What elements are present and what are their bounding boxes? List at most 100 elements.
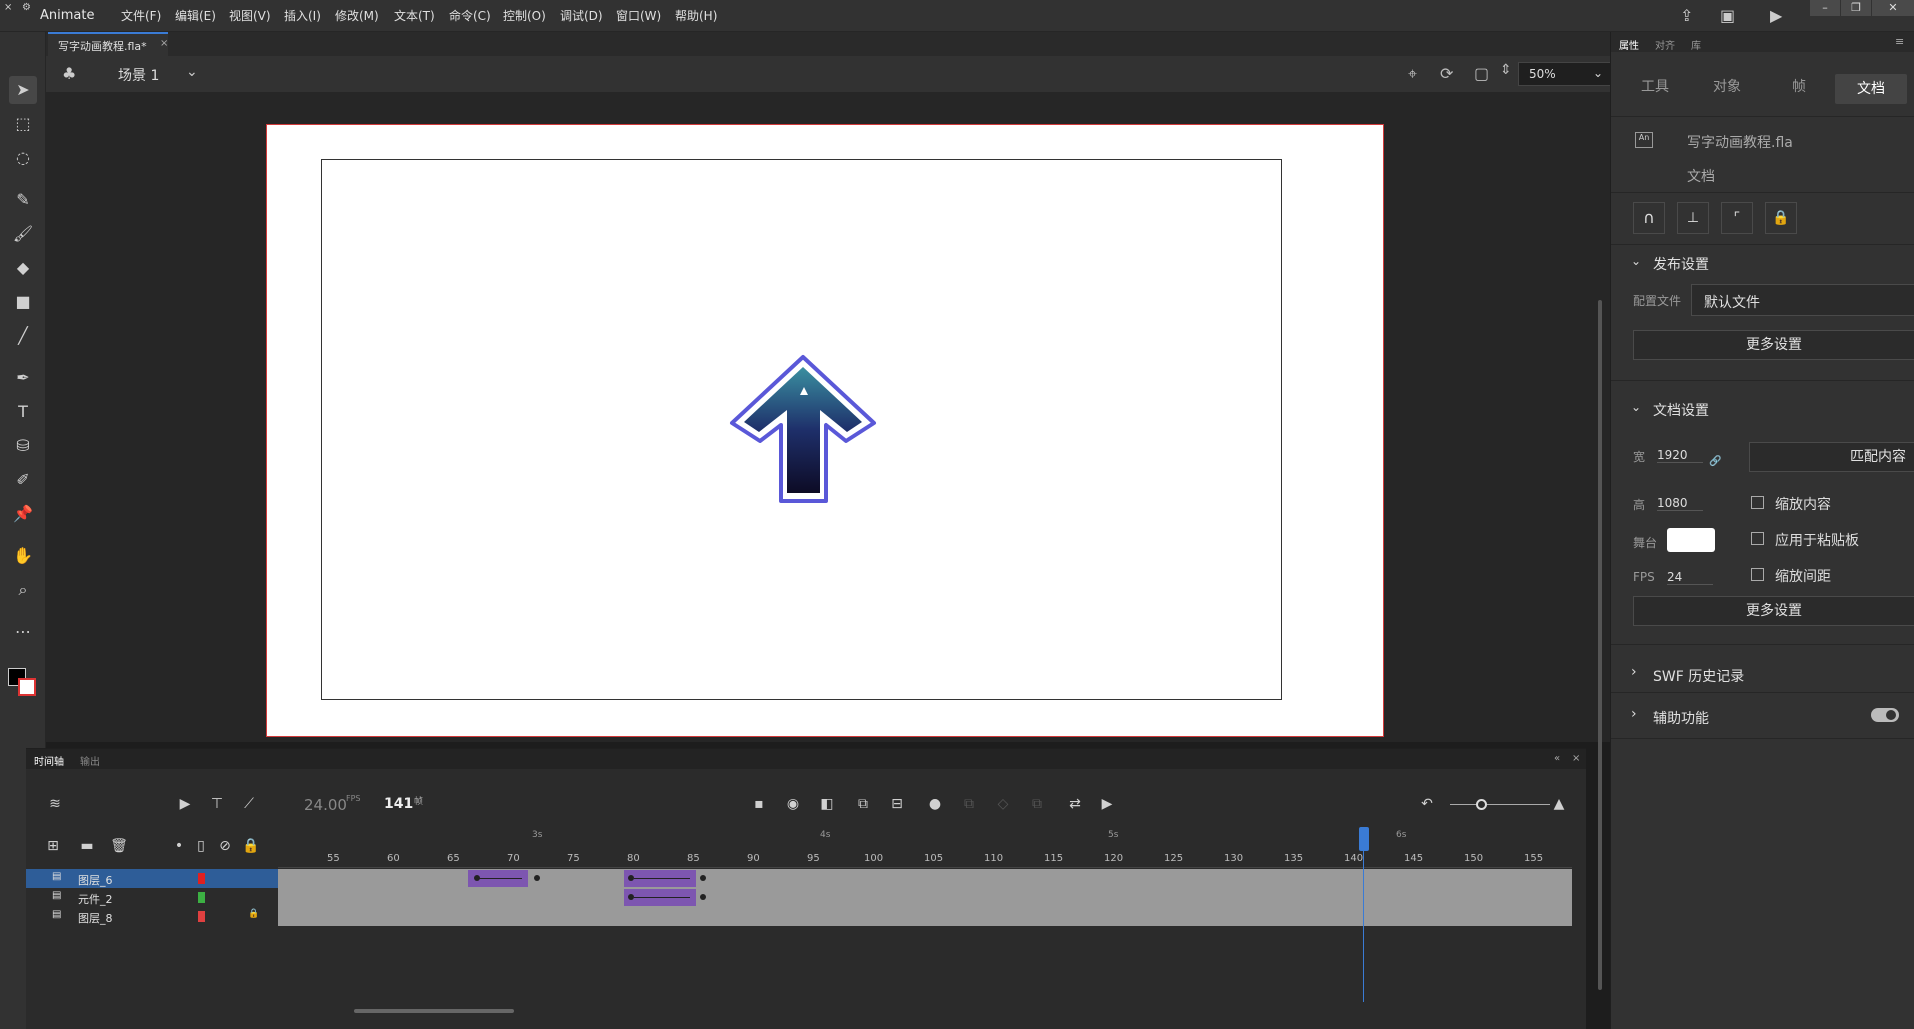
camera-icon[interactable]: ▶: [174, 796, 196, 812]
publish-settings-header[interactable]: 发布设置: [1653, 254, 1709, 274]
scale-content-checkbox[interactable]: [1751, 496, 1764, 509]
auto-keyframe-icon[interactable]: ⧉: [852, 796, 874, 812]
eyedropper-icon[interactable]: ✐: [9, 466, 37, 494]
tab-library[interactable]: 库: [1691, 37, 1701, 52]
brush-tool-icon[interactable]: ✎: [9, 186, 37, 214]
menu-edit[interactable]: 编辑(E): [175, 7, 216, 24]
panel-menu-icon[interactable]: ≡: [1895, 35, 1904, 48]
rotate-stage-icon[interactable]: ⟳: [1440, 64, 1453, 83]
layer-color-chip[interactable]: [198, 892, 205, 903]
layer-color-chip[interactable]: [198, 873, 205, 884]
layer-lock-icon[interactable]: 🔒: [248, 909, 259, 919]
paint-brush-icon[interactable]: 🖌: [9, 220, 37, 248]
zoom-icon[interactable]: ⌕: [9, 576, 37, 604]
hide-icon[interactable]: ⊘: [214, 838, 236, 854]
close-window-button[interactable]: ✕: [1872, 0, 1914, 16]
motion-tween[interactable]: [624, 870, 696, 887]
expand-icon[interactable]: ⇕: [1500, 62, 1512, 78]
insert-blank-keyframe-icon[interactable]: ◉: [782, 796, 804, 812]
close-tab-icon[interactable]: ×: [160, 38, 168, 49]
menu-window[interactable]: 窗口(W): [616, 7, 661, 24]
delete-frame-icon[interactable]: ⊟: [886, 796, 908, 812]
swf-history-header[interactable]: SWF 历史记录: [1653, 666, 1744, 686]
tab-output[interactable]: 输出: [80, 753, 100, 768]
edit-multiple-icon[interactable]: ◇: [992, 796, 1014, 812]
minimize-button[interactable]: –: [1810, 0, 1840, 16]
mountain-icon[interactable]: ▲: [1548, 796, 1570, 812]
link-lock-icon[interactable]: 🔗: [1709, 456, 1721, 467]
graph-icon[interactable]: ⟋: [238, 796, 260, 812]
layer-row[interactable]: ▤ 图层_6: [26, 869, 278, 888]
tab-timeline[interactable]: 时间轴: [34, 753, 64, 768]
onion-skin-icon[interactable]: ●: [924, 796, 946, 812]
highlight-icon[interactable]: •: [168, 838, 190, 854]
playhead-handle[interactable]: [1359, 827, 1369, 851]
more-tools-icon[interactable]: ⋯: [9, 618, 37, 646]
layers-icon[interactable]: ≋: [44, 796, 66, 812]
menu-file[interactable]: 文件(F): [121, 7, 161, 24]
new-layer-icon[interactable]: ⊞: [42, 838, 64, 854]
frames-row[interactable]: [278, 907, 1572, 926]
match-content-button[interactable]: 匹配内容: [1749, 442, 1914, 472]
zoom-slider-knob[interactable]: [1476, 799, 1487, 810]
close-panel-icon[interactable]: ×: [1572, 753, 1580, 764]
eraser-icon[interactable]: ◆: [9, 254, 37, 282]
doc-tab[interactable]: 写字动画教程.fla* ×: [48, 32, 168, 56]
frames-row[interactable]: [278, 888, 1572, 907]
tab-align[interactable]: 对齐: [1655, 37, 1675, 52]
menu-control[interactable]: 控制(O): [503, 7, 546, 24]
layer-row[interactable]: ▤ 图层_8 🔒: [26, 907, 278, 926]
insert-keyframe-icon[interactable]: ▪: [748, 796, 770, 812]
doc-settings-chevron-icon[interactable]: ⌄: [1631, 400, 1641, 414]
settings-icon[interactable]: ⚙: [22, 2, 31, 13]
stage-color-swatch[interactable]: [1667, 528, 1715, 552]
keyframe[interactable]: [628, 894, 634, 900]
keyframe[interactable]: [700, 875, 706, 881]
pen-icon[interactable]: ✒: [9, 364, 37, 392]
profile-select[interactable]: 默认文件: [1691, 284, 1914, 316]
layer-color-chip[interactable]: [198, 911, 205, 922]
swf-chevron-right-icon[interactable]: ›: [1631, 664, 1637, 680]
frames-row[interactable]: [278, 869, 1572, 888]
layer-name[interactable]: 元件_2: [78, 891, 113, 907]
insert-frame-icon[interactable]: ◧: [816, 796, 838, 812]
magnet-icon[interactable]: ∩: [1633, 202, 1665, 234]
keyframe[interactable]: [700, 894, 706, 900]
lock-icon[interactable]: 🔒: [1765, 202, 1797, 234]
menu-modify[interactable]: 修改(M): [335, 7, 379, 24]
zoom-slider-track[interactable]: [1450, 804, 1550, 805]
vertical-scrollbar[interactable]: [1598, 300, 1602, 990]
collapse-icon[interactable]: «: [1554, 753, 1560, 764]
test-movie-icon[interactable]: ▶: [1770, 6, 1782, 25]
keyframe[interactable]: [474, 875, 480, 881]
keyframe[interactable]: [534, 875, 540, 881]
layout-icon[interactable]: ▣: [1720, 6, 1735, 25]
free-transform-icon[interactable]: ⬚: [9, 110, 37, 138]
menu-insert[interactable]: 插入(I): [284, 7, 321, 24]
modify-markers-icon[interactable]: ⧉: [1026, 796, 1048, 812]
horizontal-scrollbar[interactable]: [354, 1009, 514, 1013]
new-folder-icon[interactable]: ▬: [76, 838, 98, 854]
menu-help[interactable]: 帮助(H): [675, 7, 717, 24]
more-settings-button[interactable]: 更多设置: [1633, 330, 1914, 360]
restore-button[interactable]: ❐: [1841, 0, 1871, 16]
lock-all-icon[interactable]: 🔒: [240, 838, 262, 854]
text-tool-icon[interactable]: T: [9, 398, 37, 426]
more-settings-button-2[interactable]: 更多设置: [1633, 596, 1914, 626]
undo-icon[interactable]: ↶: [1416, 796, 1438, 812]
width-field[interactable]: 1920: [1657, 448, 1703, 463]
menu-text[interactable]: 文本(T): [394, 7, 435, 24]
menu-command[interactable]: 命令(C): [449, 7, 491, 24]
hand-icon[interactable]: ✋: [9, 542, 37, 570]
ruler-icon[interactable]: ⌜: [1721, 202, 1753, 234]
menu-debug[interactable]: 调试(D): [560, 7, 603, 24]
onion-outline-icon[interactable]: ⧉: [958, 796, 980, 812]
fill-color-swatch[interactable]: [18, 678, 36, 696]
accessibility-header[interactable]: 辅助功能: [1653, 708, 1709, 728]
delete-layer-icon[interactable]: 🗑: [108, 838, 130, 854]
menu-view[interactable]: 视图(V): [229, 7, 271, 24]
tab-frame[interactable]: 帧: [1771, 74, 1827, 100]
layer-row[interactable]: ▤ 元件_2: [26, 888, 278, 907]
height-field[interactable]: 1080: [1657, 496, 1703, 511]
tab-object[interactable]: 对象: [1699, 74, 1755, 100]
